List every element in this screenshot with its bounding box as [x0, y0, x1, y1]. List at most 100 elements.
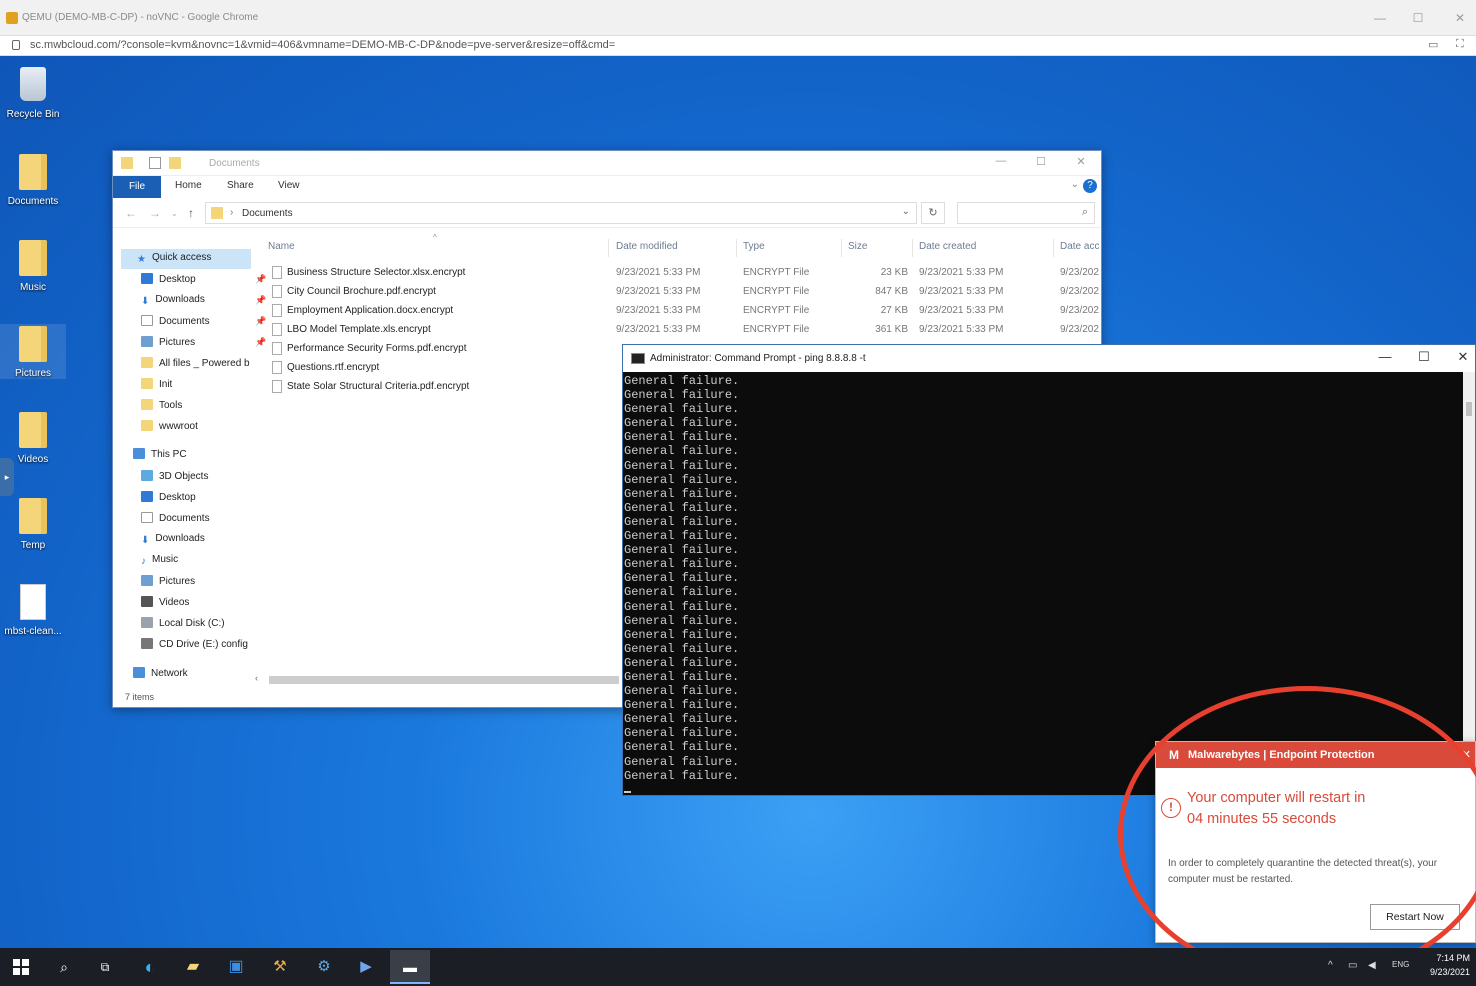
nav-quick-access[interactable]: ★ Quick access	[137, 252, 211, 270]
url-text[interactable]: sc.mwbcloud.com/?console=kvm&novnc=1&vmi…	[30, 39, 615, 51]
column-divider[interactable]	[608, 239, 609, 257]
column-header-date-modified[interactable]: Date modified	[616, 241, 678, 252]
column-divider[interactable]	[1053, 239, 1054, 257]
tab-share[interactable]: Share	[227, 180, 254, 191]
network-tray-icon[interactable]: ▭	[1348, 960, 1357, 971]
nav-item-pc-documents[interactable]: Documents	[141, 512, 210, 530]
maximize-icon[interactable]: ☐	[1408, 8, 1428, 28]
minimize-icon[interactable]: —	[1370, 8, 1390, 28]
table-row[interactable]: Business Structure Selector.xlsx.encrypt…	[268, 264, 1102, 283]
command-prompt-window[interactable]: Administrator: Command Prompt - ping 8.8…	[622, 344, 1476, 796]
desktop-icon-pictures[interactable]: Pictures	[0, 324, 66, 379]
task-view-icon[interactable]: ⧉	[93, 955, 117, 979]
outlook-icon[interactable]: ▣	[224, 955, 248, 979]
file-explorer-icon[interactable]: ▰	[181, 955, 205, 979]
network-tool-icon[interactable]: ⚒	[268, 955, 292, 979]
new-folder-icon[interactable]	[169, 157, 181, 169]
nav-label: Tools	[159, 400, 183, 411]
address-bar[interactable]: sc.mwbcloud.com/?console=kvm&novnc=1&vmi…	[0, 36, 1476, 56]
chevron-down-icon[interactable]: ⌄	[902, 206, 910, 217]
cmd-taskbar-icon[interactable]: ▬	[398, 955, 422, 979]
search-input[interactable]: ⌕	[957, 202, 1095, 224]
back-arrow-icon[interactable]: ←	[125, 206, 137, 220]
tab-file[interactable]: File	[113, 176, 161, 198]
nav-item-videos[interactable]: Videos	[141, 596, 189, 614]
column-header-type[interactable]: Type	[743, 241, 765, 252]
nav-item-desktop[interactable]: Desktop 📌	[141, 273, 266, 291]
restart-now-button[interactable]: Restart Now	[1370, 904, 1460, 930]
column-header-date-accessed[interactable]: Date acc	[1060, 241, 1099, 252]
properties-icon[interactable]	[149, 157, 161, 169]
desktop-icon-recycle-bin[interactable]: Recycle Bin	[0, 64, 66, 120]
help-icon[interactable]: ?	[1083, 179, 1097, 193]
nav-item-init[interactable]: Init	[141, 378, 172, 396]
novnc-sidebar-handle[interactable]: ▸	[0, 458, 14, 496]
nav-item-local-disk[interactable]: Local Disk (C:)	[141, 617, 225, 635]
up-arrow-icon[interactable]: ↑	[188, 206, 194, 220]
refresh-button[interactable]: ↻	[921, 202, 945, 224]
column-divider[interactable]	[736, 239, 737, 257]
clock[interactable]: 7:14 PM 9/23/2021	[1430, 951, 1470, 979]
path-box[interactable]: › Documents ⌄	[205, 202, 917, 224]
nav-item-pc-pictures[interactable]: Pictures	[141, 575, 195, 593]
windows-start-icon[interactable]	[13, 959, 29, 975]
close-icon[interactable]: ✕	[1462, 748, 1471, 761]
cast-icon[interactable]: ▭	[1428, 38, 1438, 51]
cmd-output[interactable]: General failure. General failure. General …	[624, 374, 1464, 794]
chevron-up-icon[interactable]: ^	[1328, 960, 1333, 971]
cmd-scrollbar[interactable]	[1463, 372, 1475, 795]
close-icon[interactable]: ✕	[1451, 349, 1475, 367]
column-header-size[interactable]: Size	[848, 241, 867, 252]
nav-item-cd-drive[interactable]: CD Drive (E:) config	[141, 638, 248, 656]
chevron-down-icon[interactable]: ⌄	[171, 209, 178, 218]
restart-countdown-message: Your computer will restart in 04 minutes…	[1187, 788, 1467, 830]
scrollbar-thumb[interactable]	[269, 676, 619, 684]
nav-network[interactable]: Network	[133, 667, 188, 685]
desktop-icon-temp[interactable]: Temp	[0, 496, 66, 551]
horizontal-scrollbar[interactable]: ‹	[255, 673, 621, 687]
notification-body: In order to completely quarantine the de…	[1168, 858, 1438, 885]
minimize-icon[interactable]: —	[1373, 349, 1397, 367]
breadcrumb[interactable]: Documents	[242, 208, 293, 219]
close-icon[interactable]: ✕	[1069, 155, 1093, 171]
table-row[interactable]: Employment Application.docx.encrypt 9/23…	[268, 302, 1102, 321]
volume-icon[interactable]: ◀	[1368, 960, 1376, 971]
powershell-icon[interactable]: ▶	[354, 955, 378, 979]
scrollbar-thumb[interactable]	[1466, 402, 1472, 416]
forward-arrow-icon[interactable]: →	[149, 206, 161, 220]
edge-icon[interactable]: ◐	[138, 955, 162, 979]
column-divider[interactable]	[912, 239, 913, 257]
nav-item-wwwroot[interactable]: wwwroot	[141, 420, 198, 438]
column-header-name[interactable]: Name	[268, 241, 295, 252]
desktop-icon-mbst-clean[interactable]: mbst-clean...	[0, 582, 66, 637]
maximize-icon[interactable]: ☐	[1029, 155, 1053, 171]
nav-item-3d-objects[interactable]: 3D Objects	[141, 470, 208, 488]
nav-this-pc[interactable]: This PC	[133, 448, 187, 466]
tab-home[interactable]: Home	[175, 180, 202, 191]
table-row[interactable]: LBO Model Template.xls.encrypt 9/23/2021…	[268, 321, 1102, 340]
desktop-icon-documents[interactable]: Documents	[0, 152, 66, 207]
column-divider[interactable]	[841, 239, 842, 257]
nav-item-pc-desktop[interactable]: Desktop	[141, 491, 196, 509]
nav-item-pictures[interactable]: Pictures 📌	[141, 336, 266, 354]
nav-item-music[interactable]: ♪ Music	[141, 554, 178, 572]
fullscreen-icon[interactable]: ⛶	[1456, 38, 1464, 51]
nav-item-documents[interactable]: Documents 📌	[141, 315, 266, 333]
table-row[interactable]: City Council Brochure.pdf.encrypt 9/23/2…	[268, 283, 1102, 302]
maximize-icon[interactable]: ☐	[1412, 349, 1436, 367]
search-icon[interactable]: ⌕	[52, 955, 76, 979]
nav-item-downloads[interactable]: ⬇ Downloads 📌	[141, 294, 266, 312]
desktop-icon-music[interactable]: Music	[0, 238, 66, 293]
nav-item-all-files[interactable]: All files _ Powered b	[141, 357, 250, 375]
column-header-date-created[interactable]: Date created	[919, 241, 976, 252]
minimize-icon[interactable]: —	[989, 155, 1013, 171]
close-icon[interactable]: ✕	[1450, 8, 1470, 28]
chevron-down-icon[interactable]: ⌄	[1071, 179, 1079, 190]
nav-item-pc-downloads[interactable]: ⬇ Downloads	[141, 533, 205, 551]
nav-item-tools[interactable]: Tools	[141, 399, 182, 417]
tab-view[interactable]: View	[278, 180, 300, 191]
chevron-left-icon[interactable]: ‹	[255, 673, 258, 683]
settings-tool-icon[interactable]: ⚙	[312, 955, 336, 979]
language-indicator[interactable]: ENG	[1392, 960, 1409, 969]
desktop-icon-videos[interactable]: Videos	[0, 410, 66, 465]
